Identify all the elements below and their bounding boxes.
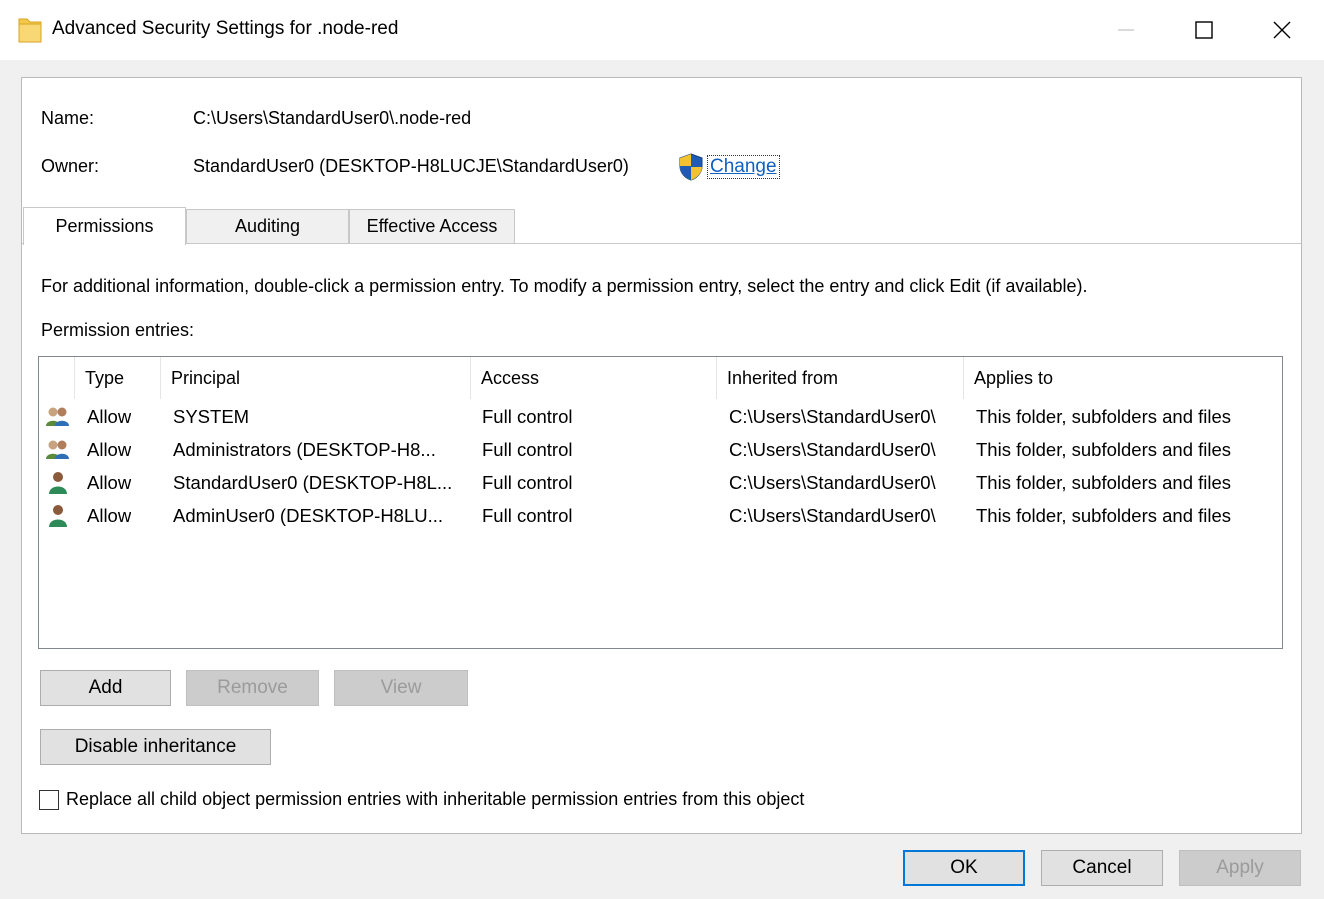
row-access: Full control bbox=[482, 438, 573, 460]
row-inherited-from: C:\Users\StandardUser0\ bbox=[729, 438, 936, 460]
row-inherited-from: C:\Users\StandardUser0\ bbox=[729, 504, 936, 526]
column-header-applies-to[interactable]: Applies to bbox=[964, 357, 1282, 399]
name-label: Name: bbox=[41, 108, 95, 128]
disable-inheritance-button[interactable]: Disable inheritance bbox=[40, 729, 271, 765]
table-row[interactable]: Allow SYSTEM Full control C:\Users\Stand… bbox=[39, 400, 1282, 433]
row-type: Allow bbox=[87, 405, 132, 427]
title-bar: Advanced Security Settings for .node-red bbox=[0, 0, 1324, 60]
add-button[interactable]: Add bbox=[40, 670, 171, 706]
row-access: Full control bbox=[482, 405, 573, 427]
cancel-button[interactable]: Cancel bbox=[1041, 850, 1163, 886]
tab-divider bbox=[22, 243, 1301, 244]
owner-label: Owner: bbox=[41, 156, 100, 176]
row-applies-to: This folder, subfolders and files bbox=[976, 471, 1232, 493]
minimize-icon bbox=[1118, 29, 1134, 31]
group-icon bbox=[46, 407, 69, 426]
ok-button[interactable]: OK bbox=[903, 850, 1025, 886]
tab-effective-access[interactable]: Effective Access bbox=[349, 209, 515, 243]
column-header-inherited-from[interactable]: Inherited from bbox=[717, 357, 964, 399]
row-applies-to: This folder, subfolders and files bbox=[976, 438, 1232, 460]
window-title: Advanced Security Settings for .node-red bbox=[52, 18, 399, 39]
column-header-access[interactable]: Access bbox=[471, 357, 717, 399]
replace-child-permissions-label[interactable]: Replace all child object permission entr… bbox=[66, 789, 804, 810]
column-header-principal[interactable]: Principal bbox=[161, 357, 471, 399]
maximize-button[interactable] bbox=[1164, 0, 1244, 60]
row-access: Full control bbox=[482, 471, 573, 493]
row-principal: AdminUser0 (DESKTOP-H8LU... bbox=[173, 504, 444, 526]
change-owner-link[interactable]: Change bbox=[707, 155, 780, 179]
row-access: Full control bbox=[482, 504, 573, 526]
folder-icon bbox=[18, 18, 42, 43]
apply-button[interactable]: Apply bbox=[1179, 850, 1301, 886]
row-principal: StandardUser0 (DESKTOP-H8L... bbox=[173, 471, 453, 493]
minimize-button[interactable] bbox=[1086, 0, 1166, 60]
view-button[interactable]: View bbox=[334, 670, 468, 706]
name-value: C:\Users\StandardUser0\.node-red bbox=[193, 108, 472, 128]
replace-child-permissions-checkbox[interactable] bbox=[39, 790, 59, 810]
remove-button[interactable]: Remove bbox=[186, 670, 319, 706]
tab-permissions[interactable]: Permissions bbox=[23, 207, 186, 245]
tab-auditing[interactable]: Auditing bbox=[186, 209, 349, 243]
table-row[interactable]: Allow AdminUser0 (DESKTOP-H8LU... Full c… bbox=[39, 499, 1282, 532]
column-header-type[interactable]: Type bbox=[75, 357, 161, 399]
info-text: For additional information, double-click… bbox=[41, 276, 1088, 296]
row-applies-to: This folder, subfolders and files bbox=[976, 504, 1232, 526]
permission-entries-label: Permission entries: bbox=[41, 320, 195, 340]
user-icon bbox=[49, 472, 67, 494]
group-icon bbox=[46, 440, 69, 459]
row-principal: Administrators (DESKTOP-H8... bbox=[173, 438, 436, 460]
row-principal: SYSTEM bbox=[173, 405, 250, 427]
maximize-icon bbox=[1195, 21, 1213, 39]
owner-value: StandardUser0 (DESKTOP-H8LUCJE\StandardU… bbox=[193, 156, 629, 176]
row-type: Allow bbox=[87, 471, 132, 493]
table-row[interactable]: Allow StandardUser0 (DESKTOP-H8L... Full… bbox=[39, 466, 1282, 499]
row-inherited-from: C:\Users\StandardUser0\ bbox=[729, 471, 936, 493]
table-row[interactable]: Allow Administrators (DESKTOP-H8... Full… bbox=[39, 433, 1282, 466]
row-type: Allow bbox=[87, 504, 132, 526]
close-icon bbox=[1273, 21, 1291, 39]
permission-entries-list[interactable]: Type Principal Access Inherited from App… bbox=[38, 356, 1283, 649]
close-button[interactable] bbox=[1242, 0, 1322, 60]
column-header-icon[interactable] bbox=[39, 357, 75, 399]
user-icon bbox=[49, 505, 67, 527]
row-type: Allow bbox=[87, 438, 132, 460]
row-applies-to: This folder, subfolders and files bbox=[976, 405, 1232, 427]
uac-shield-icon bbox=[679, 153, 703, 181]
row-inherited-from: C:\Users\StandardUser0\ bbox=[729, 405, 936, 427]
